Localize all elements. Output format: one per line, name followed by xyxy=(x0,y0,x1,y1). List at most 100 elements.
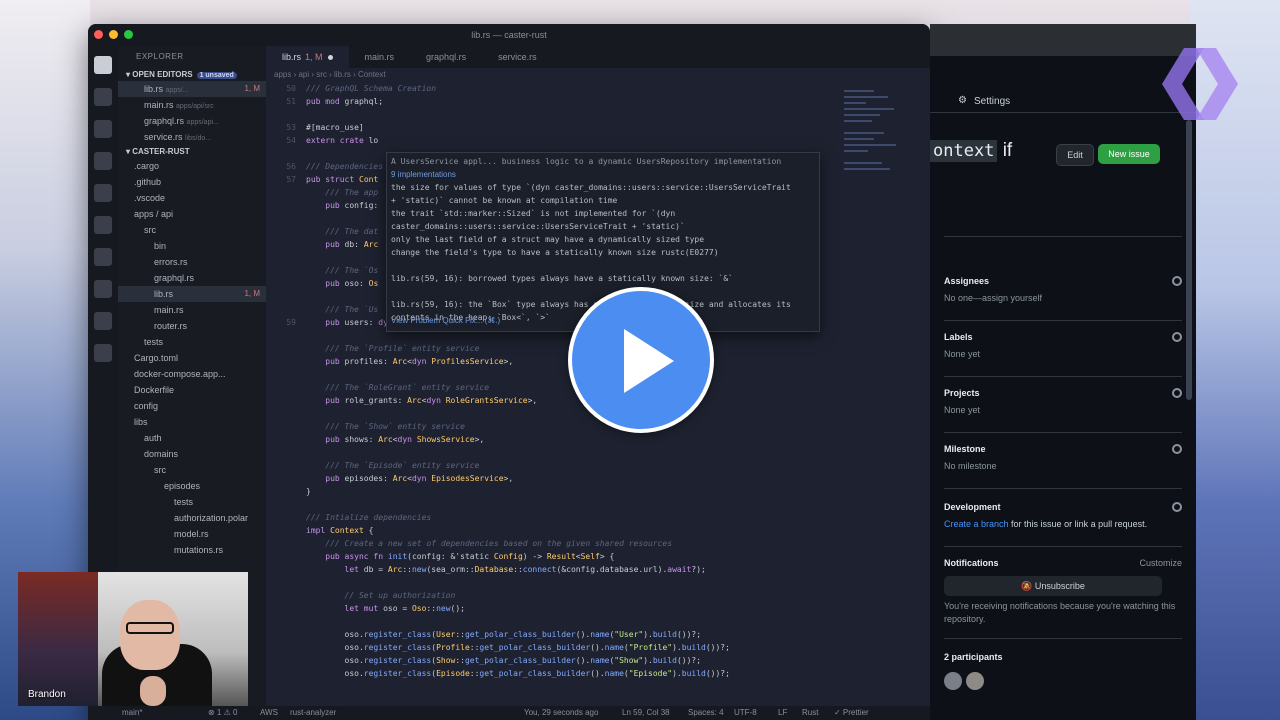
docker-icon[interactable] xyxy=(94,248,112,266)
tree-item[interactable]: episodes xyxy=(118,478,266,494)
minimap[interactable] xyxy=(840,84,930,706)
extensions-icon[interactable] xyxy=(94,216,112,234)
milestone-section[interactable]: Milestone No milestone xyxy=(944,444,1182,471)
hover-line: caster_domains::users::service::UsersSer… xyxy=(391,222,685,231)
testing-icon[interactable] xyxy=(94,280,112,298)
tree-item[interactable]: auth xyxy=(118,430,266,446)
open-editors-section[interactable]: ▾ OPEN EDITORS 1 unsaved xyxy=(118,68,266,81)
editor-tab[interactable]: service.rs xyxy=(482,46,553,68)
file-tree: .cargo .github .vscode apps / api src bin erro… xyxy=(118,158,266,558)
prettier-status[interactable]: ✓ Prettier xyxy=(834,708,869,717)
hover-line: the size for values of type `(dyn caster… xyxy=(391,183,791,192)
issue-title: ontext if xyxy=(930,140,1012,162)
settings-tab[interactable]: Settings xyxy=(974,96,1010,107)
gear-icon[interactable] xyxy=(1172,276,1182,286)
tree-item[interactable]: errors.rs xyxy=(118,254,266,270)
assignees-section[interactable]: Assignees No one—assign yourself xyxy=(944,276,1182,303)
channel-logo xyxy=(1162,48,1238,120)
glasses xyxy=(126,622,174,634)
tree-item[interactable]: mutations.rs xyxy=(118,542,266,558)
tree-item[interactable]: config xyxy=(118,398,266,414)
git-blame[interactable]: You, 29 seconds ago xyxy=(524,708,598,717)
run-debug-icon[interactable] xyxy=(94,152,112,170)
git-graph-icon[interactable] xyxy=(94,312,112,330)
open-editor-item[interactable]: main.rs apps/api/src xyxy=(118,97,266,113)
tree-item[interactable]: Cargo.toml xyxy=(118,350,266,366)
tree-item[interactable]: tests xyxy=(118,494,266,510)
open-editor-item[interactable]: graphql.rs apps/api... xyxy=(118,113,266,129)
development-section: Development Create a branch for this iss… xyxy=(944,502,1182,529)
unsaved-dot[interactable] xyxy=(327,55,333,60)
tree-item[interactable]: .vscode xyxy=(118,190,266,206)
language-mode[interactable]: Rust xyxy=(802,708,818,717)
workspace-root[interactable]: ▾ CASTER-RUST xyxy=(118,145,266,158)
gear-icon: ⚙ xyxy=(958,95,967,106)
browser-scrollbar[interactable] xyxy=(1186,120,1192,400)
gear-icon[interactable] xyxy=(1172,388,1182,398)
breadcrumb[interactable]: apps › api › src › lib.rs › Context xyxy=(266,68,386,82)
tree-item[interactable]: tests xyxy=(118,334,266,350)
cursor-position[interactable]: Ln 59, Col 38 xyxy=(622,708,670,717)
tree-item[interactable]: Dockerfile xyxy=(118,382,266,398)
gear-icon[interactable] xyxy=(1172,444,1182,454)
implementations-link[interactable]: 9 implementations xyxy=(391,170,815,183)
tree-item[interactable]: apps / api xyxy=(118,206,266,222)
hover-line: change the field's type to have a static… xyxy=(391,248,719,257)
open-editor-item[interactable]: lib.rs apps/... 1, M xyxy=(118,81,266,97)
tree-item[interactable]: domains xyxy=(118,446,266,462)
unsaved-badge: 1 unsaved xyxy=(196,72,237,79)
participants-section: 2 participants xyxy=(944,652,1182,690)
gear-icon[interactable] xyxy=(1172,332,1182,342)
gear-icon[interactable] xyxy=(1172,502,1182,512)
explorer-icon[interactable] xyxy=(94,56,112,74)
hover-line: only the last field of a struct may have… xyxy=(391,235,705,244)
tree-item[interactable]: bin xyxy=(118,238,266,254)
open-editor-item[interactable]: service.rs libs/do... xyxy=(118,129,266,145)
editor-tab[interactable]: lib.rs 1, M xyxy=(266,46,349,68)
projects-section[interactable]: Projects None yet xyxy=(944,388,1182,415)
tree-item[interactable]: .github xyxy=(118,174,266,190)
aws-indicator[interactable]: AWS xyxy=(260,708,278,717)
new-issue-button[interactable]: New issue xyxy=(1098,144,1160,164)
labels-section[interactable]: Labels None yet xyxy=(944,332,1182,359)
edit-button[interactable]: Edit xyxy=(1056,144,1094,166)
status-bar: main* ⊗ 1 ⚠ 0 AWS rust-analyzer You, 29 … xyxy=(88,706,930,720)
presenter-hand xyxy=(140,676,166,706)
github-icon[interactable] xyxy=(94,344,112,362)
video-play-button[interactable] xyxy=(568,287,714,433)
play-icon xyxy=(624,329,674,393)
tree-item[interactable]: .cargo xyxy=(118,158,266,174)
tree-item[interactable]: lib.rs 1, M xyxy=(118,286,266,302)
editor-tab[interactable]: graphql.rs xyxy=(410,46,482,68)
presenter-name: Brandon xyxy=(28,689,66,700)
remote-icon[interactable] xyxy=(94,184,112,202)
tree-item[interactable]: docker-compose.app... xyxy=(118,366,266,382)
search-icon[interactable] xyxy=(94,88,112,106)
tree-item[interactable]: src xyxy=(118,462,266,478)
avatar[interactable] xyxy=(944,672,962,690)
hover-line: + 'static)` cannot be known at compilati… xyxy=(391,196,618,205)
tree-item[interactable]: router.rs xyxy=(118,318,266,334)
line-endings[interactable]: LF xyxy=(778,708,787,717)
customize-link[interactable]: Customize xyxy=(1139,558,1182,568)
analyzer-indicator[interactable]: rust-analyzer xyxy=(290,708,336,717)
hover-line: lib.rs(59, 16): borrowed types always ha… xyxy=(391,274,733,283)
tree-item[interactable]: model.rs xyxy=(118,526,266,542)
source-control-icon[interactable] xyxy=(94,120,112,138)
tree-item[interactable]: src xyxy=(118,222,266,238)
tree-item[interactable]: libs xyxy=(118,414,266,430)
tree-item[interactable]: main.rs xyxy=(118,302,266,318)
indentation[interactable]: Spaces: 4 xyxy=(688,708,724,717)
branch-indicator[interactable]: main* xyxy=(122,708,142,717)
editor-tab[interactable]: main.rs xyxy=(349,46,411,68)
tree-item[interactable]: authorization.polar xyxy=(118,510,266,526)
unsubscribe-button[interactable]: 🔕 Unsubscribe xyxy=(944,576,1162,596)
tab-label: service.rs xyxy=(498,52,537,62)
editor-tabs: lib.rs 1, M main.rs graphql.rs service.rs xyxy=(266,46,930,68)
encoding[interactable]: UTF-8 xyxy=(734,708,757,717)
tree-item[interactable]: graphql.rs xyxy=(118,270,266,286)
hover-actions[interactable]: View Problem Quick Fix... (⌘.) xyxy=(391,316,500,325)
create-branch-link[interactable]: Create a branch xyxy=(944,519,1009,529)
avatar[interactable] xyxy=(966,672,984,690)
problems-indicator[interactable]: ⊗ 1 ⚠ 0 xyxy=(208,708,237,717)
